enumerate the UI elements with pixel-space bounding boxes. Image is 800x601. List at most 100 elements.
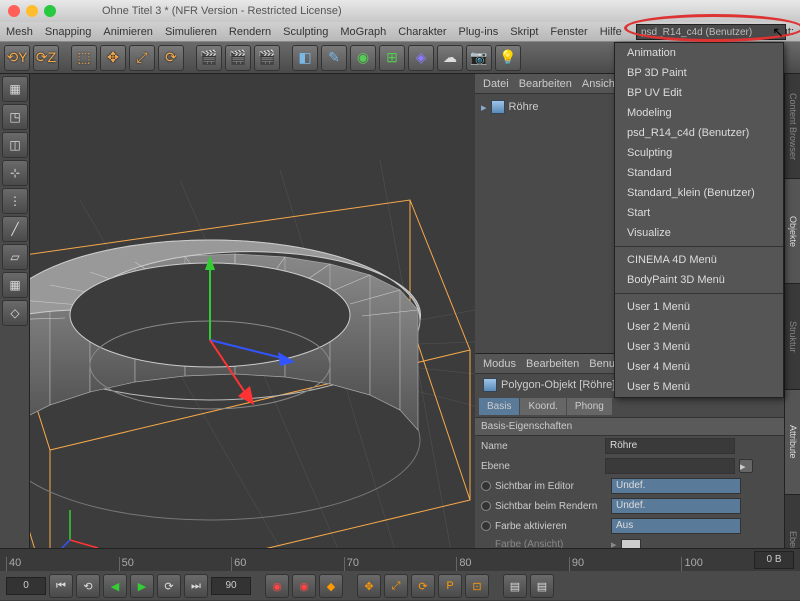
goto-end-button[interactable]: ⏭	[184, 574, 208, 598]
param-key-button[interactable]: P	[438, 574, 462, 598]
object-mode-button[interactable]: ◫	[2, 132, 28, 158]
render-visibility-select[interactable]: Undef.	[611, 498, 741, 514]
deformer-button[interactable]: ◈	[408, 45, 434, 71]
menu-mograph[interactable]: MoGraph	[340, 26, 386, 38]
menu-animieren[interactable]: Animieren	[103, 26, 153, 38]
play-back-button[interactable]: ◀	[103, 574, 127, 598]
menu-charakter[interactable]: Charakter	[398, 26, 446, 38]
obj-menu-datei[interactable]: Datei	[483, 78, 509, 90]
layout-item-standard[interactable]: Standard	[615, 163, 783, 183]
layout-item-user1[interactable]: User 1 Menü	[615, 297, 783, 317]
tab-struktur[interactable]: Struktur	[785, 284, 800, 389]
editor-visibility-radio[interactable]	[481, 481, 491, 491]
axis-mode-button[interactable]: ⊹	[2, 160, 28, 186]
array-button[interactable]: ⊞	[379, 45, 405, 71]
layer-input[interactable]	[605, 458, 735, 474]
tab-phong[interactable]: Phong	[567, 398, 612, 415]
color-activate-radio[interactable]	[481, 521, 491, 531]
obj-menu-bearbeiten[interactable]: Bearbeiten	[519, 78, 572, 90]
layout-dropdown[interactable]: psd_R14_c4d (Benutzer)	[636, 24, 786, 40]
menu-mesh[interactable]: Mesh	[6, 26, 33, 38]
light-button[interactable]: 💡	[495, 45, 521, 71]
make-editable-button[interactable]: ▦	[2, 76, 28, 102]
tab-basis[interactable]: Basis	[479, 398, 519, 415]
timeline-ruler[interactable]: 40 50 60 70 80 90 100 0 B	[0, 549, 800, 571]
model-mode-button[interactable]: ◳	[2, 104, 28, 130]
layout-item-user5[interactable]: User 5 Menü	[615, 377, 783, 397]
menu-plugins[interactable]: Plug-ins	[459, 26, 499, 38]
obj-menu-ansicht[interactable]: Ansicht	[582, 78, 618, 90]
layout-item-sculpting[interactable]: Sculpting	[615, 143, 783, 163]
nurbs-button[interactable]: ◉	[350, 45, 376, 71]
menu-skript[interactable]: Skript	[510, 26, 538, 38]
menu-fenster[interactable]: Fenster	[550, 26, 587, 38]
tab-attribute[interactable]: Attribute	[785, 390, 800, 495]
start-frame-input[interactable]: 0	[6, 577, 46, 595]
pla-key-button[interactable]: ⊡	[465, 574, 489, 598]
layout-item-bp3dpaint[interactable]: BP 3D Paint	[615, 63, 783, 83]
edge-mode-button[interactable]: ╱	[2, 216, 28, 242]
menu-sculpting[interactable]: Sculpting	[283, 26, 328, 38]
tab-koord[interactable]: Koord.	[520, 398, 565, 415]
name-input[interactable]: Röhre	[605, 438, 735, 454]
undo-button[interactable]: ⟲Y	[4, 45, 30, 71]
editor-visibility-select[interactable]: Undef.	[611, 478, 741, 494]
prev-key-button[interactable]: ⟲	[76, 574, 100, 598]
close-window-button[interactable]	[8, 5, 20, 17]
position-key-button[interactable]: ✥	[357, 574, 381, 598]
render-view-button[interactable]: 🎬	[196, 45, 222, 71]
layout-item-visualize[interactable]: Visualize	[615, 223, 783, 243]
current-frame-display[interactable]: 0 B	[754, 551, 794, 569]
attr-menu-bearbeiten[interactable]: Bearbeiten	[526, 358, 579, 370]
fcurve-button[interactable]: ▤	[530, 574, 554, 598]
layer-picker-button[interactable]: ▸	[739, 459, 753, 473]
layout-item-animation[interactable]: Animation	[615, 43, 783, 63]
rotation-key-button[interactable]: ⟳	[411, 574, 435, 598]
primitive-cube-button[interactable]: ◧	[292, 45, 318, 71]
object-name[interactable]: Röhre	[509, 101, 539, 113]
render-settings-button[interactable]: 🎬	[225, 45, 251, 71]
camera-button[interactable]: 📷	[466, 45, 492, 71]
layout-item-c4dmenu[interactable]: CINEMA 4D Menü	[615, 250, 783, 270]
menu-hilfe[interactable]: Hilfe	[600, 26, 622, 38]
goto-start-button[interactable]: ⏮	[49, 574, 73, 598]
keyframe-sel-button[interactable]: ◆	[319, 574, 343, 598]
layout-item-standardklein[interactable]: Standard_klein (Benutzer)	[615, 183, 783, 203]
render-visibility-radio[interactable]	[481, 501, 491, 511]
end-frame-input[interactable]: 90	[211, 577, 251, 595]
texture-mode-button[interactable]: ▦	[2, 272, 28, 298]
workplane-button[interactable]: ◇	[2, 300, 28, 326]
layout-item-start[interactable]: Start	[615, 203, 783, 223]
menu-simulieren[interactable]: Simulieren	[165, 26, 217, 38]
scale-tool[interactable]: ⤢	[129, 45, 155, 71]
minimize-window-button[interactable]	[26, 5, 38, 17]
layout-item-bodypaintmenu[interactable]: BodyPaint 3D Menü	[615, 270, 783, 290]
move-tool[interactable]: ✥	[100, 45, 126, 71]
layout-item-user4[interactable]: User 4 Menü	[615, 357, 783, 377]
layout-item-bpuvedit[interactable]: BP UV Edit	[615, 83, 783, 103]
menu-rendern[interactable]: Rendern	[229, 26, 271, 38]
select-tool[interactable]: ⬚	[71, 45, 97, 71]
spline-pen-button[interactable]: ✎	[321, 45, 347, 71]
scale-key-button[interactable]: ⤢	[384, 574, 408, 598]
attr-menu-modus[interactable]: Modus	[483, 358, 516, 370]
point-mode-button[interactable]: ⋮	[2, 188, 28, 214]
environment-button[interactable]: ☁	[437, 45, 463, 71]
autokey-button[interactable]: ◉	[292, 574, 316, 598]
next-key-button[interactable]: ⟳	[157, 574, 181, 598]
redo-button[interactable]: ⟳Z	[33, 45, 59, 71]
menu-snapping[interactable]: Snapping	[45, 26, 92, 38]
polygon-mode-button[interactable]: ▱	[2, 244, 28, 270]
render-queue-button[interactable]: 🎬	[254, 45, 280, 71]
layout-item-user2[interactable]: User 2 Menü	[615, 317, 783, 337]
tab-content-browser[interactable]: Content Browser	[785, 74, 800, 179]
rotate-tool[interactable]: ⟳	[158, 45, 184, 71]
record-button[interactable]: ◉	[265, 574, 289, 598]
layout-item-user3[interactable]: User 3 Menü	[615, 337, 783, 357]
tab-objekte[interactable]: Objekte	[785, 179, 800, 284]
zoom-window-button[interactable]	[44, 5, 56, 17]
layout-item-psdr14[interactable]: psd_R14_c4d (Benutzer)	[615, 123, 783, 143]
layout-item-modeling[interactable]: Modeling	[615, 103, 783, 123]
color-activate-select[interactable]: Aus	[611, 518, 741, 534]
play-forward-button[interactable]: ▶	[130, 574, 154, 598]
